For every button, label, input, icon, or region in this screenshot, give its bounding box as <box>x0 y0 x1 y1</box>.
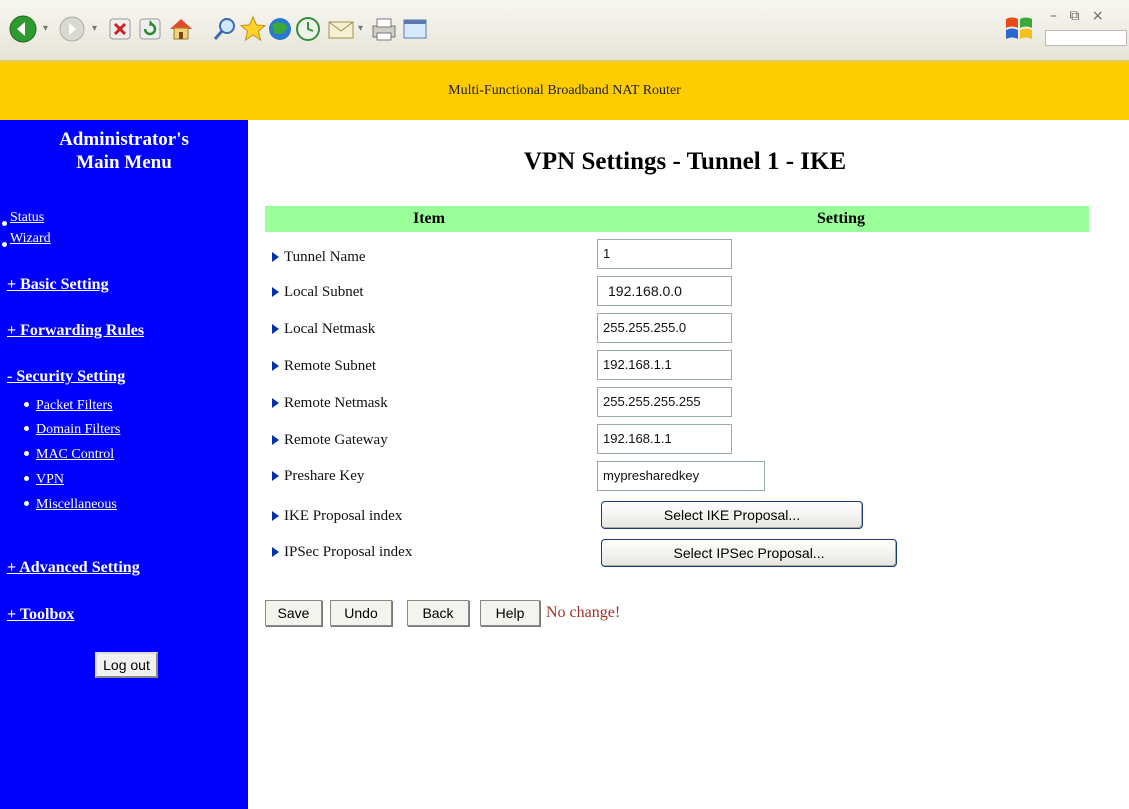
window-controls[interactable]: – ⧉ × <box>1050 8 1108 24</box>
stop-icon[interactable] <box>108 17 132 41</box>
sidebar-item-packet-filters[interactable]: Packet Filters <box>36 398 113 414</box>
menu-title-line1: Administrator's <box>59 129 189 150</box>
arrow-icon <box>272 547 279 557</box>
sidebar-item-domain-filters[interactable]: Domain Filters <box>36 422 120 438</box>
arrow-icon <box>272 252 279 262</box>
bullet-icon <box>24 426 29 431</box>
banner-title: Multi-Functional Broadband NAT Router <box>448 82 681 98</box>
arrow-icon <box>272 435 279 445</box>
browser-toolbar: ▾ ▾ ▾ – ⧉ × <box>0 0 1129 61</box>
arrow-icon <box>272 511 279 521</box>
bullet-icon <box>24 476 29 481</box>
bullet-icon <box>2 242 7 247</box>
select-ike-proposal-button[interactable]: Select IKE Proposal... <box>601 501 863 529</box>
bullet-icon <box>24 402 29 407</box>
local-subnet-field[interactable]: 192.168.0.0 <box>597 276 732 306</box>
sidebar-item-toolbox[interactable]: + Toolbox <box>7 606 74 624</box>
menu-title: Administrator's Main Menu <box>0 128 248 174</box>
column-header-setting: Setting <box>817 210 865 227</box>
mail-icon[interactable] <box>327 16 355 42</box>
back-icon[interactable] <box>8 14 38 44</box>
sidebar-item-wizard[interactable]: Wizard <box>10 231 51 247</box>
sidebar-item-miscellaneous[interactable]: Miscellaneous <box>36 497 117 513</box>
row-label-remote-subnet: Remote Subnet <box>272 356 376 376</box>
history-icon[interactable] <box>294 15 322 43</box>
bullet-icon <box>24 501 29 506</box>
bullet-icon <box>2 221 7 226</box>
home-icon[interactable] <box>167 15 195 43</box>
back-button[interactable]: Back <box>407 600 469 626</box>
undo-button[interactable]: Undo <box>330 600 392 626</box>
table-header: Item Setting <box>265 206 1089 232</box>
column-header-item: Item <box>413 210 445 227</box>
row-label-local-subnet: Local Subnet <box>272 282 364 302</box>
sidebar-item-vpn[interactable]: VPN <box>36 472 64 488</box>
forward-icon[interactable] <box>58 15 86 43</box>
sidebar-item-security-setting[interactable]: - Security Setting <box>7 368 125 386</box>
windows-logo-icon <box>1003 14 1037 49</box>
row-label-local-netmask: Local Netmask <box>272 319 375 339</box>
arrow-icon <box>272 361 279 371</box>
mail-dropdown-icon[interactable]: ▾ <box>358 24 363 34</box>
select-ipsec-proposal-button[interactable]: Select IPSec Proposal... <box>601 539 897 567</box>
status-message: No change! <box>546 604 621 621</box>
page-title: VPN Settings - Tunnel 1 - IKE <box>523 148 847 175</box>
row-label-ike-proposal-index: IKE Proposal index <box>272 506 402 526</box>
row-label-remote-gateway: Remote Gateway <box>272 430 388 450</box>
arrow-icon <box>272 471 279 481</box>
preshare-key-field[interactable]: mypresharedkey <box>597 461 765 491</box>
arrow-icon <box>272 287 279 297</box>
save-button[interactable]: Save <box>265 600 322 626</box>
sidebar-item-basic-setting[interactable]: + Basic Setting <box>7 276 109 294</box>
sidebar: Administrator's Main Menu Status Wizard … <box>0 120 248 809</box>
sidebar-item-advanced-setting[interactable]: + Advanced Setting <box>7 559 140 577</box>
bullet-icon <box>24 451 29 456</box>
arrow-icon <box>272 398 279 408</box>
remote-netmask-field[interactable]: 255.255.255.255 <box>597 387 732 417</box>
row-label-preshare-key: Preshare Key <box>272 466 364 486</box>
help-button[interactable]: Help <box>480 600 540 626</box>
sidebar-item-status[interactable]: Status <box>10 210 44 226</box>
row-label-ipsec-proposal-index: IPSec Proposal index <box>272 542 412 562</box>
remote-subnet-field[interactable]: 192.168.1.1 <box>597 350 732 380</box>
search-icon[interactable] <box>211 15 239 43</box>
menu-title-line2: Main Menu <box>76 152 172 173</box>
print-icon[interactable] <box>370 16 398 42</box>
sidebar-item-mac-control[interactable]: MAC Control <box>36 447 114 463</box>
edit-icon[interactable] <box>402 17 428 41</box>
logout-button[interactable]: Log out <box>95 652 158 678</box>
forward-dropdown-icon[interactable]: ▾ <box>92 24 97 34</box>
arrow-icon <box>272 324 279 334</box>
row-label-remote-netmask: Remote Netmask <box>272 393 388 413</box>
back-dropdown-icon[interactable]: ▾ <box>43 24 48 34</box>
row-label-tunnel-name: Tunnel Name <box>272 247 366 267</box>
remote-gateway-field[interactable]: 192.168.1.1 <box>597 424 732 454</box>
tunnel-name-field[interactable]: 1 <box>597 239 732 269</box>
sidebar-item-forwarding-rules[interactable]: + Forwarding Rules <box>7 322 144 340</box>
media-icon[interactable] <box>266 15 294 43</box>
local-netmask-field[interactable]: 255.255.255.0 <box>597 313 732 343</box>
refresh-icon[interactable] <box>138 17 162 41</box>
router-banner: Multi-Functional Broadband NAT Router <box>0 61 1129 120</box>
address-box[interactable] <box>1045 30 1127 46</box>
favorites-icon[interactable] <box>238 14 268 44</box>
